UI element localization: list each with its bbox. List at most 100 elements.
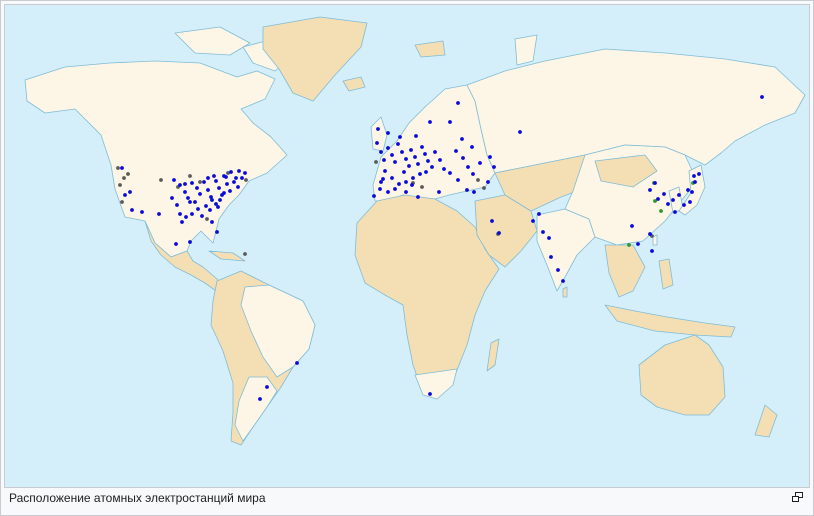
- operating-plant-marker: [541, 230, 545, 234]
- operating-plant-marker: [486, 180, 490, 184]
- operating-plant-marker: [393, 160, 397, 164]
- operating-plant-marker: [400, 150, 404, 154]
- operating-plant-marker: [648, 232, 652, 236]
- operating-plant-marker: [410, 183, 414, 187]
- operating-plant-marker: [537, 212, 541, 216]
- operating-plant-marker: [666, 202, 670, 206]
- operating-plant-marker: [229, 170, 233, 174]
- operating-plant-marker: [234, 176, 238, 180]
- operating-plant-marker: [386, 131, 390, 135]
- closed-plant-marker: [244, 178, 248, 182]
- operating-plant-marker: [692, 174, 696, 178]
- operating-plant-marker: [193, 200, 197, 204]
- operating-plant-marker: [265, 385, 269, 389]
- operating-plant-marker: [386, 190, 390, 194]
- operating-plant-marker: [175, 203, 179, 207]
- operating-plant-marker: [228, 189, 232, 193]
- operating-plant-marker: [492, 165, 496, 169]
- operating-plant-marker: [549, 255, 553, 259]
- operating-plant-marker: [478, 161, 482, 165]
- operating-plant-marker: [673, 210, 677, 214]
- operating-plant-marker: [240, 176, 244, 180]
- operating-plant-marker: [120, 166, 124, 170]
- operating-plant-marker: [407, 164, 411, 168]
- operating-plant-marker: [671, 198, 675, 202]
- operating-plant-marker: [130, 208, 134, 212]
- operating-plant-marker: [200, 214, 204, 218]
- operating-plant-marker: [636, 242, 640, 246]
- closed-plant-marker: [205, 217, 209, 221]
- operating-plant-marker: [140, 210, 144, 214]
- operating-plant-marker: [404, 180, 408, 184]
- operating-plant-marker: [465, 188, 469, 192]
- closed-plant-marker: [116, 166, 120, 170]
- operating-plant-marker: [531, 219, 535, 223]
- operating-plant-marker: [183, 182, 187, 186]
- operating-plant-marker: [198, 192, 202, 196]
- operating-plant-marker: [204, 204, 208, 208]
- map-caption: Расположение атомных электростанций мира: [9, 491, 266, 505]
- operating-plant-marker: [488, 155, 492, 159]
- closed-plant-marker: [120, 200, 124, 204]
- operating-plant-marker: [430, 165, 434, 169]
- operating-plant-marker: [174, 242, 178, 246]
- operating-plant-marker: [376, 127, 380, 131]
- magnify-clip-icon[interactable]: [792, 492, 803, 502]
- operating-plant-marker: [195, 186, 199, 190]
- operating-plant-marker: [128, 190, 132, 194]
- operating-plant-marker: [206, 188, 210, 192]
- operating-plant-marker: [426, 159, 430, 163]
- operating-plant-marker: [232, 180, 236, 184]
- operating-plant-marker: [383, 169, 387, 173]
- operating-plant-marker: [224, 175, 228, 179]
- operating-plant-marker: [416, 162, 420, 166]
- operating-plant-marker: [404, 157, 408, 161]
- operating-plant-marker: [178, 183, 182, 187]
- operating-plant-marker: [688, 200, 692, 204]
- operating-plant-marker: [190, 181, 194, 185]
- operating-plant-marker: [561, 279, 565, 283]
- operating-plant-marker: [470, 145, 474, 149]
- operating-plant-marker: [172, 178, 176, 182]
- operating-plant-marker: [697, 172, 701, 176]
- closed-plant-marker: [243, 252, 247, 256]
- operating-plant-marker: [433, 150, 437, 154]
- construction-plant-marker: [659, 209, 663, 213]
- operating-plant-marker: [497, 231, 501, 235]
- operating-plant-marker: [206, 176, 210, 180]
- operating-plant-marker: [390, 176, 394, 180]
- closed-plant-marker: [374, 160, 378, 164]
- operating-plant-marker: [677, 193, 681, 197]
- world-map-svg: [5, 5, 809, 487]
- sri-lanka: [562, 286, 568, 298]
- operating-plant-marker: [157, 212, 161, 216]
- operating-plant-marker: [556, 268, 560, 272]
- operating-plant-marker: [760, 95, 764, 99]
- operating-plant-marker: [409, 148, 413, 152]
- closed-plant-marker: [122, 176, 126, 180]
- operating-plant-marker: [693, 180, 697, 184]
- operating-plant-marker: [404, 190, 408, 194]
- operating-plant-marker: [423, 152, 427, 156]
- operating-plant-marker: [650, 249, 654, 253]
- operating-plant-marker: [396, 142, 400, 146]
- operating-plant-marker: [236, 185, 240, 189]
- operating-plant-marker: [466, 165, 470, 169]
- operating-plant-marker: [454, 149, 458, 153]
- operating-plant-marker: [414, 134, 418, 138]
- closed-plant-marker: [198, 180, 202, 184]
- operating-plant-marker: [188, 200, 192, 204]
- operating-plant-marker: [448, 120, 452, 124]
- world-map[interactable]: [4, 4, 810, 488]
- operating-plant-marker: [218, 198, 222, 202]
- operating-plant-marker: [682, 203, 686, 207]
- operating-plant-marker: [428, 120, 432, 124]
- operating-plant-marker: [184, 215, 188, 219]
- operating-plant-marker: [214, 179, 218, 183]
- thumbnail-frame: Расположение атомных электростанций мира: [0, 0, 814, 516]
- operating-plant-marker: [258, 397, 262, 401]
- operating-plant-marker: [393, 187, 397, 191]
- operating-plant-marker: [178, 212, 182, 216]
- closed-plant-marker: [476, 178, 480, 182]
- operating-plant-marker: [210, 198, 214, 202]
